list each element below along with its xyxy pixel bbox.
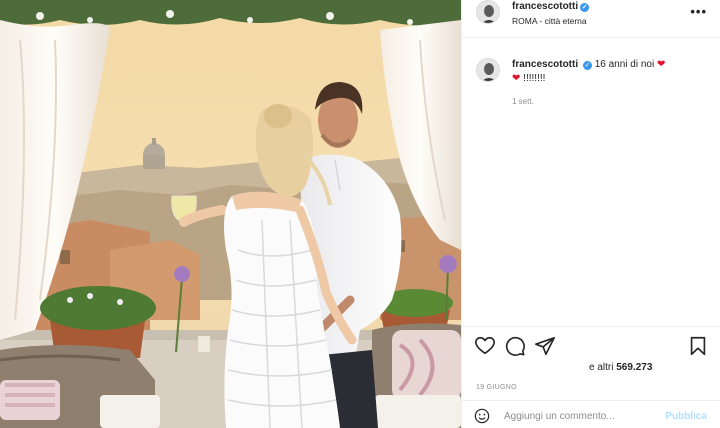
- post-date[interactable]: 19 GIUGNO: [476, 384, 517, 391]
- username-link[interactable]: francescototti ✓: [512, 1, 590, 12]
- more-options-icon[interactable]: •••: [690, 4, 707, 19]
- heart-emoji: ❤: [512, 73, 521, 84]
- comment-bar: Pubblica: [462, 400, 720, 428]
- username-text[interactable]: francescototti: [512, 1, 578, 12]
- caption-exclaim: !!!!!!!!: [523, 73, 546, 84]
- post-header: francescototti ✓ ROMA - città eterna •••: [462, 0, 720, 38]
- action-bar: [462, 326, 720, 364]
- caption-username[interactable]: francescototti: [512, 59, 578, 70]
- caption-text: francescototti ✓ 16 anni di noi ❤ ❤ !!!!…: [512, 58, 712, 86]
- likes-number[interactable]: 569.273: [616, 362, 652, 373]
- comment-icon[interactable]: [504, 335, 526, 357]
- post-photo[interactable]: [0, 0, 461, 428]
- avatar-image: [477, 1, 499, 23]
- comment-input[interactable]: [504, 407, 664, 425]
- caption-timestamp[interactable]: 1 sett.: [512, 97, 534, 106]
- heart-emoji: ❤: [656, 59, 666, 70]
- likes-count[interactable]: e altri 569.273: [589, 362, 652, 373]
- emoji-icon[interactable]: [474, 408, 490, 424]
- avatar[interactable]: [476, 0, 500, 24]
- save-bookmark-icon[interactable]: [687, 335, 709, 357]
- share-icon[interactable]: [534, 335, 556, 357]
- location-link[interactable]: ROMA - città eterna: [512, 16, 587, 26]
- verified-icon: ✓: [580, 3, 590, 12]
- post-side-panel: francescototti ✓ ROMA - città eterna ••• …: [461, 0, 720, 428]
- caption-body: 16 anni di noi: [594, 59, 655, 70]
- publish-button[interactable]: Pubblica: [665, 411, 707, 422]
- avatar-image: [477, 59, 499, 81]
- likes-prefix: e altri: [589, 362, 614, 373]
- like-heart-icon[interactable]: [474, 335, 496, 357]
- post-image: [0, 0, 461, 428]
- avatar[interactable]: [476, 58, 500, 82]
- verified-icon: ✓: [582, 61, 592, 70]
